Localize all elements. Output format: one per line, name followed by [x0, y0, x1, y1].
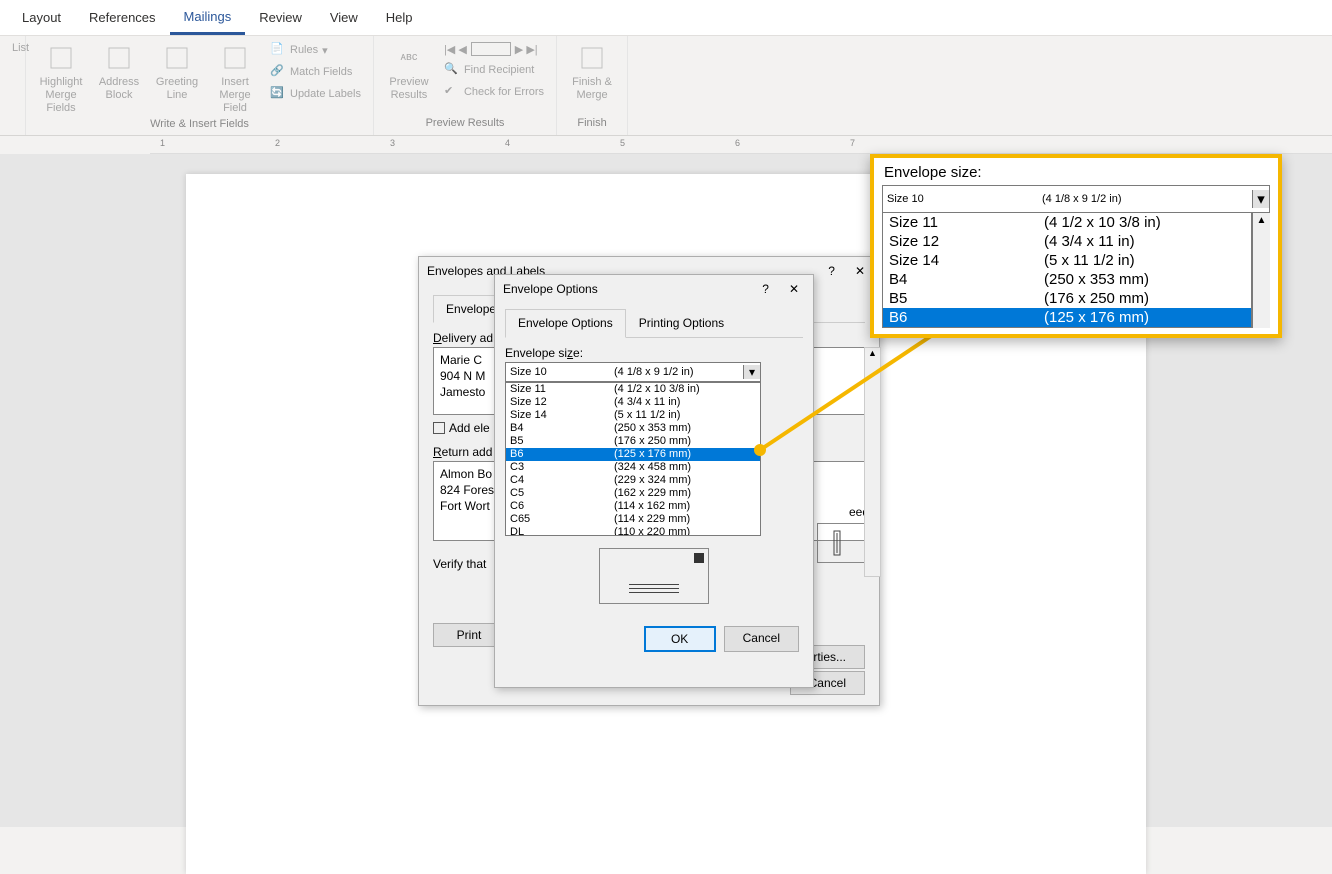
tab-mailings[interactable]: Mailings: [170, 1, 246, 35]
callout-size-option-size-12[interactable]: Size 12(4 3/4 x 11 in): [883, 232, 1251, 251]
preview-results-button[interactable]: ᴀʙᴄPreview Results: [382, 40, 436, 104]
add-electronic-checkbox[interactable]: Add ele: [433, 421, 490, 435]
callout-envelope-size: Envelope size: Size 10(4 1/8 x 9 1/2 in)…: [870, 154, 1282, 338]
chevron-down-icon[interactable]: ▾: [743, 365, 760, 379]
rules-button[interactable]: 📄Rules ▾: [266, 40, 365, 60]
callout-combo[interactable]: Size 10(4 1/8 x 9 1/2 in) ▾: [882, 185, 1270, 213]
chevron-down-icon[interactable]: ▾: [1252, 190, 1269, 208]
tab-references[interactable]: References: [75, 2, 169, 33]
size-option-size-11[interactable]: Size 11(4 1/2 x 10 3/8 in): [506, 383, 760, 396]
callout-size-option-size-14[interactable]: Size 14(5 x 11 1/2 in): [883, 251, 1251, 270]
size-option-c5[interactable]: C5(162 x 229 mm): [506, 487, 760, 500]
size-option-b4[interactable]: B4(250 x 353 mm): [506, 422, 760, 435]
size-option-size-12[interactable]: Size 12(4 3/4 x 11 in): [506, 396, 760, 409]
list-button[interactable]: List: [8, 40, 17, 56]
help-icon[interactable]: ?: [822, 262, 841, 280]
find-recipient-button[interactable]: 🔍Find Recipient: [440, 60, 548, 80]
address-block-button[interactable]: Address Block: [92, 40, 146, 104]
group-label-write: Write & Insert Fields: [34, 118, 365, 132]
tab-printing-options[interactable]: Printing Options: [626, 309, 737, 337]
callout-size-option-b4[interactable]: B4(250 x 353 mm): [883, 270, 1251, 289]
callout-size-option-b6[interactable]: B6(125 x 176 mm): [883, 308, 1251, 327]
callout-scrollbar[interactable]: ▲: [1252, 213, 1270, 328]
group-label-preview: Preview Results: [382, 117, 548, 131]
feed-preview[interactable]: [817, 523, 865, 563]
tab-view[interactable]: View: [316, 2, 372, 33]
envelope-size-label: Envelope size:: [505, 346, 803, 360]
callout-label: Envelope size:: [874, 158, 1278, 185]
envelope-preview: [599, 548, 709, 604]
close-icon[interactable]: ✕: [783, 280, 805, 298]
cancel-button[interactable]: Cancel: [724, 626, 799, 652]
ok-button[interactable]: OK: [644, 626, 716, 652]
size-option-c4[interactable]: C4(229 x 324 mm): [506, 474, 760, 487]
close-icon[interactable]: ✕: [849, 262, 871, 280]
greeting-line-button[interactable]: Greeting Line: [150, 40, 204, 104]
ribbon-tabs: Layout References Mailings Review View H…: [0, 0, 1332, 36]
size-option-c6[interactable]: C6(114 x 162 mm): [506, 500, 760, 513]
record-nav[interactable]: |◀ ◀ ▶ ▶|: [440, 40, 548, 58]
finish-merge-button[interactable]: Finish & Merge: [565, 40, 619, 104]
abc-icon: ᴀʙᴄ: [393, 42, 425, 74]
update-labels-button[interactable]: 🔄Update Labels: [266, 84, 365, 104]
envelope-size-listbox[interactable]: Size 11(4 1/2 x 10 3/8 in)Size 12(4 3/4 …: [505, 382, 761, 536]
tab-review[interactable]: Review: [245, 2, 316, 33]
size-option-c3[interactable]: C3(324 x 458 mm): [506, 461, 760, 474]
highlight-merge-fields-button[interactable]: Highlight Merge Fields: [34, 40, 88, 118]
horizontal-ruler[interactable]: 1 2 3 4 5 6 7: [150, 136, 1332, 154]
match-fields-button[interactable]: 🔗Match Fields: [266, 62, 365, 82]
check-errors-button[interactable]: ✔Check for Errors: [440, 82, 548, 102]
envelope-options-dialog: Envelope Options ? ✕ Envelope Options Pr…: [494, 274, 814, 688]
size-option-dl[interactable]: DL(110 x 220 mm): [506, 526, 760, 536]
callout-size-option-b5[interactable]: B5(176 x 250 mm): [883, 289, 1251, 308]
envelope-size-combo[interactable]: Size 10(4 1/8 x 9 1/2 in) ▾: [505, 362, 761, 382]
insert-merge-field-button[interactable]: Insert Merge Field: [208, 40, 262, 118]
size-option-b5[interactable]: B5(176 x 250 mm): [506, 435, 760, 448]
callout-size-option-size-11[interactable]: Size 11(4 1/2 x 10 3/8 in): [883, 213, 1251, 232]
size-option-b6[interactable]: B6(125 x 176 mm): [506, 448, 760, 461]
ribbon-content: List Highlight Merge Fields Address Bloc…: [0, 36, 1332, 136]
size-option-c65[interactable]: C65(114 x 229 mm): [506, 513, 760, 526]
help-icon[interactable]: ?: [756, 280, 775, 298]
tab-layout[interactable]: Layout: [8, 2, 75, 33]
group-label-finish: Finish: [565, 117, 619, 131]
tab-help[interactable]: Help: [372, 2, 427, 33]
envelope-options-title: Envelope Options: [503, 282, 756, 296]
scrollbar[interactable]: ▲: [864, 347, 881, 577]
tab-envelope-options[interactable]: Envelope Options: [505, 309, 626, 338]
size-option-size-14[interactable]: Size 14(5 x 11 1/2 in): [506, 409, 760, 422]
callout-listbox[interactable]: Size 11(4 1/2 x 10 3/8 in)Size 12(4 3/4 …: [882, 213, 1252, 328]
